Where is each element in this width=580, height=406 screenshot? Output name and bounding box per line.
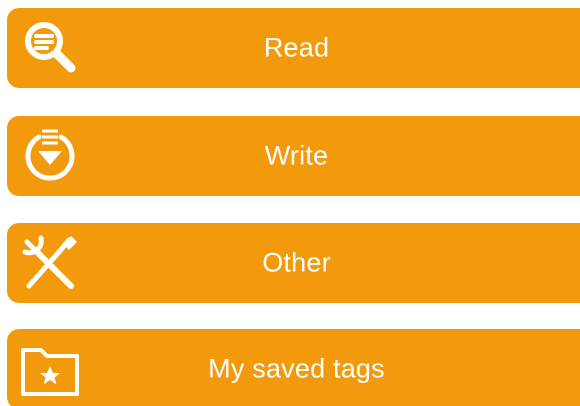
- other-label: Other: [262, 247, 331, 278]
- main-menu: Read Write Other My saved tags: [0, 0, 580, 406]
- read-label: Read: [263, 32, 330, 63]
- saved-tags-button[interactable]: My saved tags: [7, 329, 580, 406]
- write-button[interactable]: Write: [7, 116, 580, 196]
- saved-tags-label: My saved tags: [208, 353, 385, 384]
- write-label: Write: [264, 140, 329, 171]
- other-button[interactable]: Other: [7, 223, 580, 303]
- read-button[interactable]: Read: [7, 8, 580, 88]
